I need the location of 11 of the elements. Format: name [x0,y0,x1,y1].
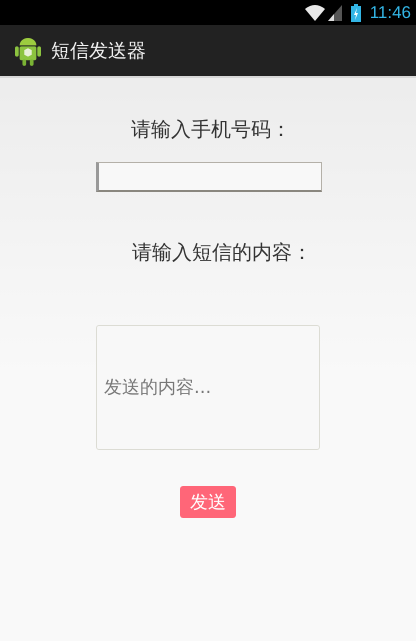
phone-label: 请输入手机号码： [131,116,291,143]
message-label: 请输入短信的内容： [132,239,312,266]
send-button[interactable]: 发送 [180,486,236,518]
clock-time: 11:46 [370,2,411,22]
android-robot-icon [15,36,41,66]
signal-icon [328,4,342,20]
message-input-field[interactable]: 发送的内容... [96,325,320,450]
battery-icon [350,4,361,22]
app-title: 短信发送器 [51,38,146,64]
wifi-icon [304,4,325,20]
phone-input-field[interactable] [96,162,322,192]
